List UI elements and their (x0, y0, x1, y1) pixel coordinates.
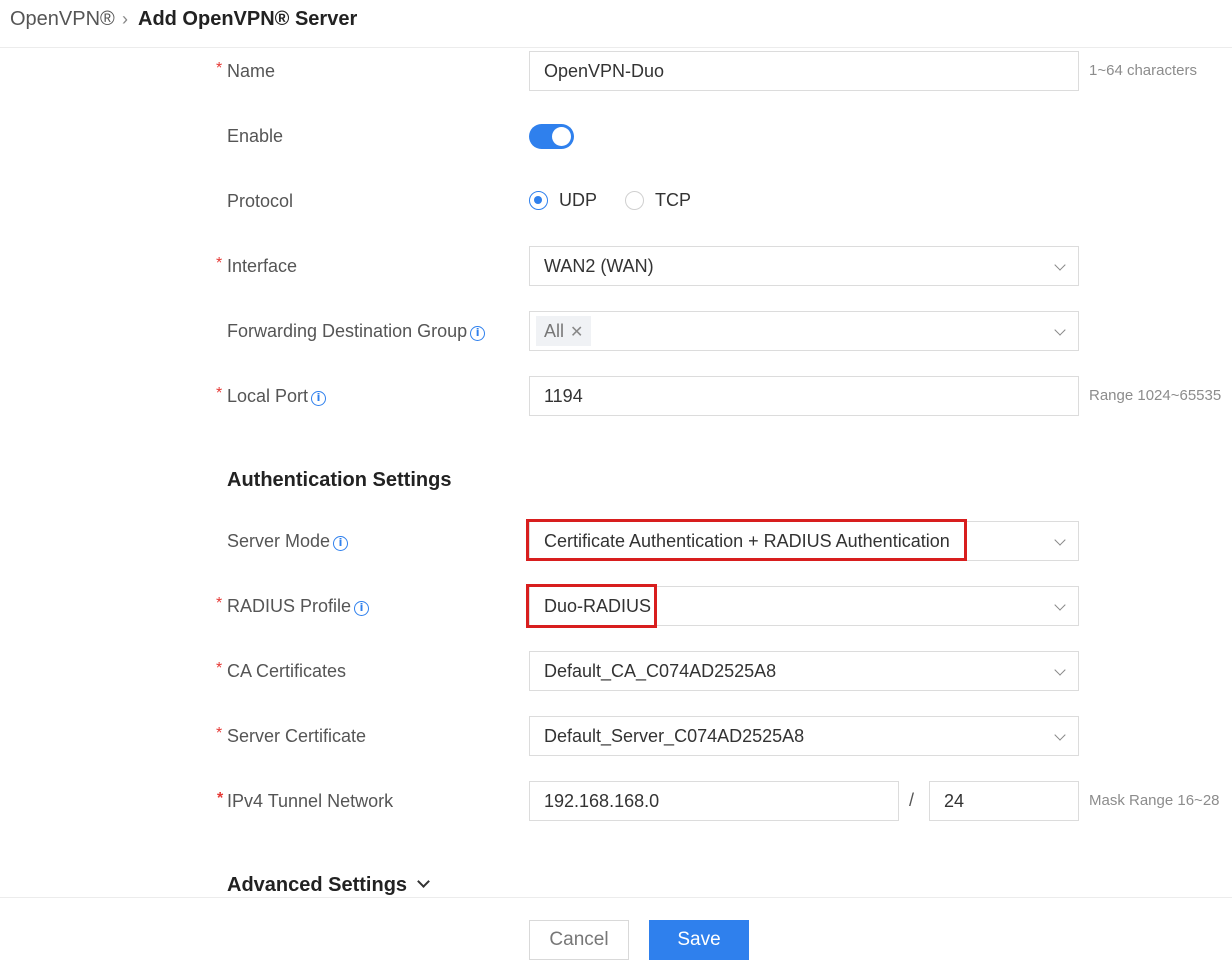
server-mode-value: Certificate Authentication + RADIUS Auth… (544, 531, 950, 551)
enable-toggle[interactable] (529, 124, 574, 149)
required-marker: * (217, 790, 224, 807)
required-marker: * (216, 595, 223, 612)
server-mode-label-text: Server Mode (227, 531, 331, 551)
local-port-input[interactable]: 1194 (529, 376, 1079, 416)
protocol-udp-radio[interactable] (529, 191, 548, 210)
radius-profile-label-text: RADIUS Profile (227, 596, 352, 616)
required-marker: * (216, 385, 223, 402)
chevron-down-icon (1054, 599, 1066, 611)
name-input[interactable]: OpenVPN-Duo (529, 51, 1079, 91)
protocol-tcp-label[interactable]: TCP (655, 190, 691, 211)
info-icon[interactable]: i (354, 601, 370, 616)
mask-separator: / (909, 790, 915, 810)
server-certificate-select[interactable]: Default_Server_C074AD2525A8 (529, 716, 1079, 756)
page-title: Add OpenVPN® Server (138, 8, 358, 30)
chevron-down-icon (1054, 729, 1066, 741)
top-bar: OpenVPN® › Add OpenVPN® Server (0, 0, 1232, 48)
chevron-down-icon (1054, 259, 1066, 271)
mask-range-hint: Mask Range 16~28 (1089, 792, 1220, 809)
ipv4-tunnel-mask-input[interactable]: 24 (929, 781, 1079, 821)
required-marker: * (216, 660, 223, 677)
advanced-settings-heading: Advanced Settings (227, 874, 408, 896)
interface-value: WAN2 (WAN) (544, 256, 654, 276)
ipv4-tunnel-ip-input[interactable]: 192.168.168.0 (529, 781, 899, 821)
name-label: Name (227, 61, 276, 81)
name-hint: 1~64 characters (1089, 62, 1197, 79)
ca-certificates-value: Default_CA_C074AD2525A8 (544, 661, 777, 681)
local-port-label-text: Local Port (227, 386, 309, 406)
breadcrumb-separator-icon: › (122, 9, 128, 29)
authentication-settings-heading: Authentication Settings (227, 469, 452, 491)
interface-label: Interface (227, 256, 298, 276)
forwarding-destination-group-label-text: Forwarding Destination Group (227, 321, 468, 341)
selected-tag: All ✕ (536, 316, 592, 346)
ipv4-tunnel-network-label: IPv4 Tunnel Network (227, 791, 394, 811)
enable-label: Enable (227, 126, 284, 146)
tag-label: All (544, 321, 565, 341)
local-port-hint: Range 1024~65535 (1089, 387, 1222, 404)
info-icon[interactable]: i (333, 536, 349, 551)
info-icon[interactable]: i (311, 391, 327, 406)
radius-profile-label: RADIUS Profile i (227, 596, 370, 617)
ca-certificates-label: CA Certificates (227, 661, 347, 681)
protocol-tcp-radio[interactable] (625, 191, 644, 210)
advanced-settings-toggle[interactable]: Advanced Settings (227, 874, 430, 897)
forwarding-destination-group-select[interactable]: All ✕ (529, 311, 1079, 351)
footer-bar: Cancel Save (0, 897, 1232, 965)
chevron-down-icon (1054, 664, 1066, 676)
breadcrumb-parent[interactable]: OpenVPN® (10, 8, 115, 31)
local-port-label: Local Port i (227, 386, 327, 407)
protocol-label: Protocol (227, 191, 294, 211)
server-certificate-label: Server Certificate (227, 726, 367, 746)
ca-certificates-select[interactable]: Default_CA_C074AD2525A8 (529, 651, 1079, 691)
chevron-down-icon (1054, 534, 1066, 546)
protocol-udp-label[interactable]: UDP (559, 190, 597, 211)
close-icon[interactable]: ✕ (570, 324, 583, 341)
required-marker: * (216, 255, 223, 272)
server-mode-label: Server Mode i (227, 531, 349, 552)
server-mode-select[interactable]: Certificate Authentication + RADIUS Auth… (529, 521, 1079, 561)
chevron-down-icon (417, 875, 430, 888)
server-certificate-value: Default_Server_C074AD2525A8 (544, 726, 805, 746)
cancel-button[interactable]: Cancel (529, 920, 629, 960)
toggle-knob (552, 127, 571, 146)
chevron-down-icon (1054, 324, 1066, 336)
radius-profile-value: Duo-RADIUS (544, 596, 652, 616)
forwarding-destination-group-label: Forwarding Destination Group i (227, 321, 486, 342)
info-icon[interactable]: i (470, 326, 486, 341)
save-button[interactable]: Save (649, 920, 749, 960)
required-marker: * (216, 60, 223, 77)
radius-profile-select[interactable]: Duo-RADIUS (529, 586, 1079, 626)
required-marker: * (216, 725, 223, 742)
interface-select[interactable]: WAN2 (WAN) (529, 246, 1079, 286)
